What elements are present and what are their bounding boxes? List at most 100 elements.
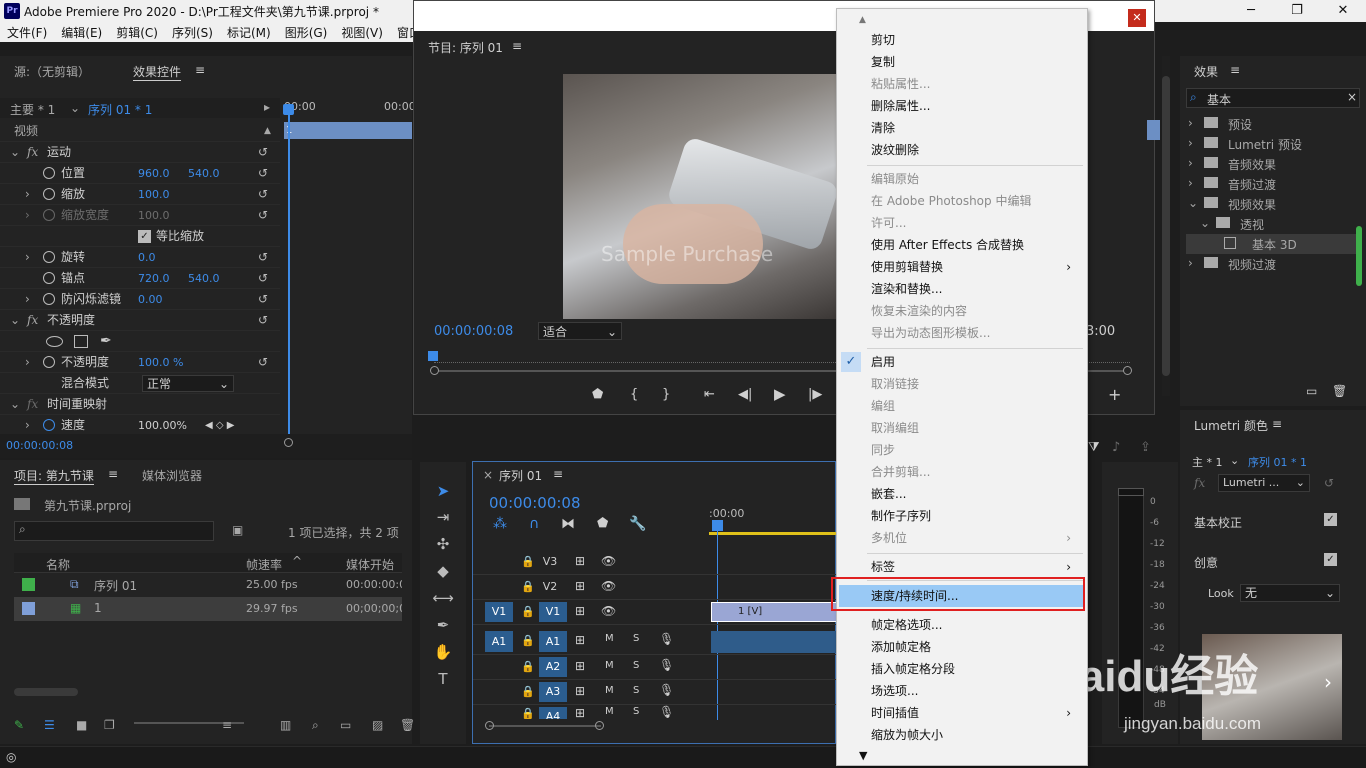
track-label[interactable]: A1 — [539, 631, 567, 652]
icon-view-icon[interactable]: ■ — [76, 718, 87, 732]
audio-clip[interactable] — [711, 631, 837, 653]
blend-mode-select[interactable]: 正常 ⌄ — [142, 375, 234, 392]
hand-tool-icon[interactable]: ✋ — [432, 641, 454, 663]
sync-lock-icon[interactable]: ⊞ — [575, 706, 585, 719]
menu-item-label-submenu[interactable]: 标签 › — [871, 556, 1081, 578]
track-label[interactable]: V1 — [539, 602, 567, 622]
menu-view[interactable]: 视图(V) — [334, 22, 390, 42]
stopwatch-icon[interactable] — [43, 163, 55, 184]
mute-button[interactable]: M — [605, 660, 614, 671]
chevron-down-icon[interactable]: ⌄ — [10, 142, 20, 163]
timeline-scroll-handle-right[interactable] — [595, 721, 604, 730]
settings-wrench-icon[interactable]: 🔧 — [629, 516, 646, 532]
uniform-scale-checkbox[interactable]: ✓ — [138, 230, 151, 243]
project-search-input[interactable]: ⌕ — [14, 521, 214, 541]
add-button-icon[interactable]: + — [1108, 385, 1121, 404]
table-row[interactable]: ⧉ 序列 01 25.00 fps 00:00:00:00 — [14, 573, 402, 597]
tree-item[interactable]: › 音频效果 — [1186, 154, 1356, 174]
stopwatch-icon[interactable] — [43, 268, 55, 289]
menu-item-make-subsequence[interactable]: 制作子序列 — [871, 505, 1081, 527]
chevron-down-icon[interactable]: ⌄ — [70, 101, 80, 115]
tree-item[interactable]: › Lumetri 预设 — [1186, 134, 1356, 154]
lock-icon[interactable]: 🔒 — [521, 605, 535, 618]
tree-item[interactable]: › 预设 — [1186, 114, 1356, 134]
source-patch-a1[interactable]: A1 — [485, 631, 513, 652]
close-tab-icon[interactable]: × — [483, 468, 493, 482]
find-icon[interactable]: ⌕ — [312, 718, 319, 733]
export-frame-icon[interactable]: ⇪ — [1140, 440, 1151, 455]
menu-item-copy[interactable]: 复制 — [871, 51, 1081, 73]
creative-label[interactable]: 创意 — [1194, 554, 1218, 571]
timeline-tab[interactable]: 序列 01 — [499, 467, 542, 484]
go-to-in-icon[interactable]: ⇤ — [704, 387, 715, 402]
scroll-down-icon[interactable]: ▼ — [859, 749, 867, 762]
mute-button[interactable]: M — [605, 633, 614, 644]
chevron-right-icon[interactable]: › — [25, 247, 30, 268]
eye-icon[interactable]: 👁 — [601, 604, 616, 618]
menu-item-add-frame-hold[interactable]: 添加帧定格 — [871, 636, 1081, 658]
work-area-bar[interactable] — [709, 532, 837, 535]
add-marker-icon[interactable]: ⬟ — [597, 516, 608, 531]
scroll-up-icon[interactable]: ▲ — [859, 15, 866, 25]
reset-icon[interactable]: ↺ — [258, 163, 268, 184]
panel-menu-icon[interactable]: ≡ — [108, 467, 118, 481]
reset-icon[interactable]: ↺ — [258, 247, 268, 268]
source-patch-v1[interactable]: V1 — [485, 602, 513, 622]
menu-item-remove-attributes[interactable]: 删除属性... — [871, 95, 1081, 117]
fit-select[interactable]: 适合 ⌄ — [538, 322, 622, 340]
position-y-value[interactable]: 540.0 — [188, 163, 220, 184]
trash-icon[interactable]: 🗑 — [1332, 384, 1347, 398]
basic-correction-label[interactable]: 基本校正 — [1194, 514, 1242, 531]
timeline-scroll-handle-left[interactable] — [485, 721, 494, 730]
creative-checkbox[interactable]: ✓ — [1324, 553, 1337, 566]
menu-item-cut[interactable]: 剪切 — [871, 29, 1081, 51]
chevron-down-icon[interactable]: ⌄ — [1230, 454, 1239, 467]
menu-item-field-options[interactable]: 场选项... — [871, 680, 1081, 702]
menu-item-time-interpolation[interactable]: 时间插值 › — [871, 702, 1081, 724]
sort-up-icon[interactable]: ^ — [292, 554, 302, 568]
master-clip-label[interactable]: 主要 * 1 — [10, 101, 55, 118]
video-clip[interactable]: 1 [V] — [711, 602, 837, 622]
sequence-clip-label[interactable]: 序列 01 * 1 — [88, 101, 152, 118]
new-bin-icon[interactable]: ▭ — [1306, 384, 1317, 398]
reset-icon[interactable]: ↺ — [258, 142, 268, 163]
opacity-value[interactable]: 100.0 % — [138, 352, 183, 373]
tree-item[interactable]: ⌄ 透视 — [1186, 214, 1356, 234]
tree-item[interactable]: › 视频过渡 — [1186, 254, 1356, 274]
menu-graphics[interactable]: 图形(G) — [278, 22, 335, 42]
anchor-x-value[interactable]: 720.0 — [138, 268, 170, 289]
solo-button[interactable]: S — [633, 685, 639, 696]
track-a4[interactable]: 🔒 A4 ⊞ M S 🎙 — [473, 705, 837, 719]
menu-item-insert-frame-hold[interactable]: 插入帧定格分段 — [871, 658, 1081, 680]
microphone-icon[interactable]: 🎙 — [659, 658, 674, 672]
menu-file[interactable]: 文件(F) — [0, 22, 54, 42]
sync-lock-icon[interactable]: ⊞ — [575, 633, 585, 647]
linked-selection-icon[interactable]: ⧓ — [561, 516, 575, 532]
stopwatch-icon[interactable] — [43, 289, 55, 310]
track-a1[interactable]: A1 🔒 A1 ⊞ M S 🎙 — [473, 628, 837, 655]
solo-button[interactable]: S — [633, 706, 639, 717]
tree-item[interactable]: ⌄ 视频效果 — [1186, 194, 1356, 214]
scale-value[interactable]: 100.0 — [138, 184, 170, 205]
menu-item-ripple-delete[interactable]: 波纹删除 — [871, 139, 1081, 161]
sync-lock-icon[interactable]: ⊞ — [575, 554, 585, 568]
menu-sequence[interactable]: 序列(S) — [165, 22, 220, 42]
anchor-y-value[interactable]: 540.0 — [188, 268, 220, 289]
timeline-playhead-handle[interactable] — [712, 520, 723, 531]
microphone-icon[interactable]: 🎙 — [659, 632, 674, 646]
lock-icon[interactable]: 🔒 — [521, 660, 535, 673]
program-timecode[interactable]: 00:00:00:08 — [434, 324, 513, 339]
zoom-right-handle[interactable] — [1123, 366, 1132, 375]
sync-lock-icon[interactable]: ⊞ — [575, 579, 585, 593]
menu-item-nest[interactable]: 嵌套... — [871, 483, 1081, 505]
stopwatch-icon[interactable] — [43, 184, 55, 205]
stopwatch-icon[interactable] — [43, 352, 55, 373]
effects-scrollbar[interactable] — [1356, 226, 1362, 286]
solo-button[interactable]: S — [633, 660, 639, 671]
panel-menu-icon[interactable]: ≡ — [512, 39, 522, 53]
pen-mask-icon[interactable]: ✒ — [100, 331, 112, 352]
microphone-icon[interactable]: 🎙 — [659, 705, 674, 719]
menu-item-render-replace[interactable]: 渲染和替换... — [871, 278, 1081, 300]
panel-menu-icon[interactable]: ≡ — [1272, 417, 1282, 431]
selection-tool-icon[interactable]: ➤ — [432, 480, 454, 502]
